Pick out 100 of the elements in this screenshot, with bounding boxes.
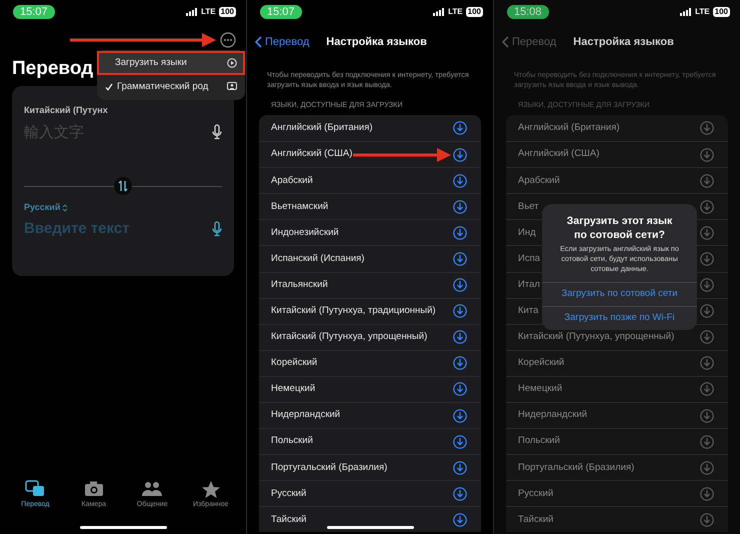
language-name: Арабский — [271, 174, 313, 188]
language-row[interactable]: Португальский (Бразилия) — [506, 454, 728, 480]
language-row[interactable]: Русский — [259, 480, 481, 506]
language-name: Вьет — [518, 200, 539, 214]
download-icon[interactable] — [700, 434, 714, 449]
download-icon[interactable] — [453, 148, 467, 162]
language-name: Вьетнамский — [271, 200, 328, 214]
alert-button[interactable]: Загрузить по сотовой сети — [542, 282, 697, 306]
target-language[interactable]: Русский — [24, 201, 60, 214]
language-name: Португальский (Бразилия) — [518, 460, 634, 475]
language-row[interactable]: Тайский — [506, 506, 728, 532]
download-icon[interactable] — [453, 304, 467, 318]
language-name: Английский (США) — [271, 147, 352, 162]
back-button[interactable]: Перевод — [255, 34, 310, 50]
camera-icon — [84, 480, 104, 498]
menu-item[interactable]: Загрузить языки — [97, 51, 245, 75]
time-pill: 15:07 — [260, 5, 302, 19]
language-row[interactable]: Польский — [259, 428, 481, 454]
battery-level: 100 — [712, 7, 730, 17]
language-name: Китайский (Путунхуа, упрощенный) — [271, 330, 428, 344]
language-row[interactable]: Индонезийский — [259, 219, 481, 246]
translate-bubbles-icon — [25, 480, 46, 498]
language-row[interactable]: Польский — [506, 428, 728, 454]
menu-item-label: Грамматический род — [117, 80, 210, 94]
language-name: Итал — [518, 278, 540, 292]
download-icon[interactable] — [453, 408, 467, 423]
alert-button[interactable]: Загрузить позже по Wi-Fi — [542, 306, 697, 330]
download-icon[interactable] — [700, 200, 714, 214]
menu-item[interactable]: Грамматический род — [97, 75, 245, 99]
language-row[interactable]: Арабский — [506, 167, 728, 194]
download-icon[interactable] — [453, 200, 467, 214]
language-row[interactable]: Китайский (Путунхуа, упрощенный) — [259, 324, 481, 350]
language-row[interactable]: Английский (Британия) — [259, 114, 481, 142]
microphone-icon[interactable] — [212, 124, 222, 140]
language-row[interactable]: Корейский — [259, 350, 481, 376]
language-row[interactable]: Нидерландский — [259, 402, 481, 428]
language-name: Индонезийский — [271, 226, 339, 240]
download-icon[interactable] — [700, 252, 714, 266]
source-language[interactable]: Китайский (Путунх — [24, 104, 222, 118]
back-chevron-icon — [255, 36, 262, 48]
download-icon[interactable] — [453, 382, 467, 396]
download-icon[interactable] — [453, 252, 467, 266]
download-icon[interactable] — [700, 174, 714, 188]
download-icon[interactable] — [453, 330, 467, 344]
language-name: Русский — [271, 486, 306, 501]
download-icon[interactable] — [453, 120, 467, 135]
language-row[interactable]: Арабский — [259, 167, 481, 194]
download-icon[interactable] — [700, 304, 714, 318]
download-icon[interactable] — [700, 148, 714, 162]
download-icon[interactable] — [700, 486, 714, 501]
signal-icon — [680, 8, 692, 16]
person-bubble-icon — [227, 82, 237, 92]
language-row[interactable]: Вьетнамский — [259, 193, 481, 220]
language-row[interactable]: Итальянский — [259, 272, 481, 298]
download-icon[interactable] — [700, 408, 714, 423]
download-icon[interactable] — [700, 120, 714, 135]
language-row[interactable]: Английский (Британия) — [506, 114, 728, 142]
language-name: Корейский — [518, 356, 564, 370]
language-row[interactable]: Испанский (Испания) — [259, 245, 481, 272]
microphone-icon[interactable] — [212, 220, 222, 237]
swap-languages-icon[interactable] — [114, 177, 132, 195]
language-name: Тайский — [271, 512, 306, 527]
chevron-up-down-icon[interactable] — [62, 204, 68, 212]
language-name: Тайский — [518, 512, 554, 527]
download-icon[interactable] — [453, 356, 467, 370]
download-icon[interactable] — [453, 226, 467, 240]
network-label: LTE — [448, 6, 463, 18]
download-icon[interactable] — [453, 460, 467, 475]
download-icon[interactable] — [453, 512, 467, 527]
language-row[interactable]: Немецкий — [506, 376, 728, 402]
language-row[interactable]: Немецкий — [259, 376, 481, 402]
language-name: Польский — [518, 434, 560, 448]
download-icon[interactable] — [453, 278, 467, 292]
download-icon[interactable] — [453, 486, 467, 501]
language-row[interactable]: Корейский — [506, 350, 728, 376]
language-name: Португальский (Бразилия) — [271, 460, 388, 475]
download-icon[interactable] — [700, 460, 714, 475]
battery-level: 100 — [218, 7, 236, 17]
download-icon[interactable] — [453, 434, 467, 449]
back-chevron-icon — [502, 36, 509, 48]
download-icon[interactable] — [453, 174, 467, 188]
language-row[interactable]: Китайский (Путунхуа, традиционный) — [259, 298, 481, 324]
download-icon[interactable] — [700, 512, 714, 527]
language-name: Русский — [518, 486, 554, 501]
download-icon[interactable] — [700, 356, 714, 370]
language-row[interactable]: Португальский (Бразилия) — [259, 454, 481, 480]
language-name: Польский — [271, 434, 313, 448]
download-icon[interactable] — [700, 382, 714, 396]
language-name: Корейский — [271, 356, 318, 370]
more-options-icon[interactable] — [220, 32, 236, 48]
language-name: Кита — [518, 304, 538, 318]
language-row[interactable]: Английский (США) — [259, 141, 481, 168]
language-name: Арабский — [518, 174, 560, 188]
screen-title: Настройка языков — [326, 34, 427, 50]
download-icon[interactable] — [700, 330, 714, 344]
download-icon[interactable] — [700, 226, 714, 240]
language-row[interactable]: Английский (США) — [506, 141, 728, 168]
download-icon[interactable] — [700, 278, 714, 292]
language-row[interactable]: Нидерландский — [506, 402, 728, 428]
language-row[interactable]: Русский — [506, 480, 728, 506]
